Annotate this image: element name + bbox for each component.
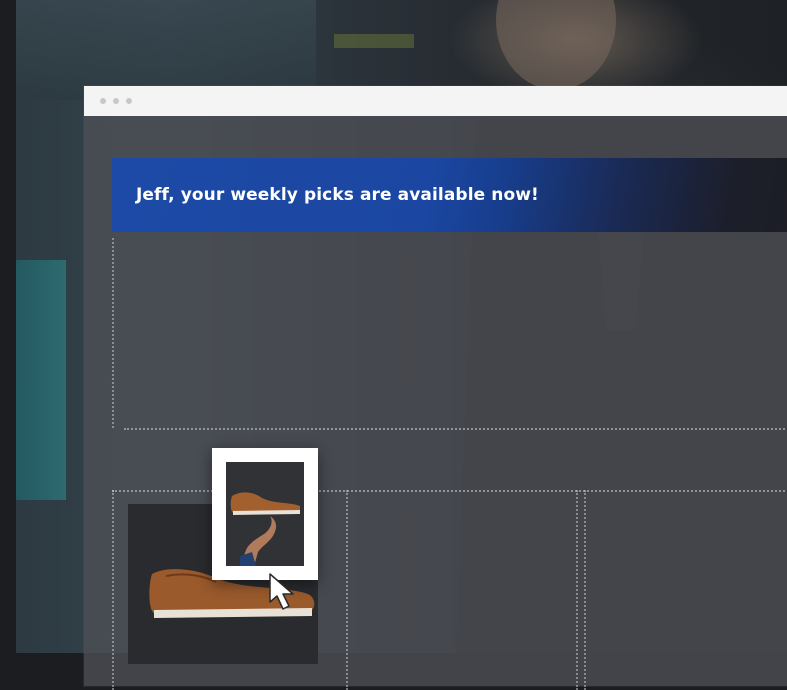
browser-window: Jeff, your weekly picks are available no… [84, 86, 787, 690]
window-dot-maximize [126, 98, 132, 104]
window-dot-minimize [113, 98, 119, 104]
weekly-picks-banner[interactable]: Jeff, your weekly picks are available no… [112, 158, 787, 232]
background-screen-detail [334, 34, 414, 48]
hand-icon [240, 516, 277, 566]
banner-message: Jeff, your weekly picks are available no… [136, 185, 539, 205]
grid-line-vertical [576, 490, 578, 690]
dragged-product-card[interactable] [212, 448, 318, 580]
window-dot-close [100, 98, 106, 104]
grid-line-horizontal [124, 428, 787, 430]
grid-line-vertical [584, 490, 586, 690]
shoe-icon [230, 492, 300, 515]
cursor-arrow-icon [269, 573, 294, 610]
dragged-product-image [226, 462, 304, 566]
grid-line-vertical [112, 490, 114, 690]
background-shelf [16, 0, 316, 100]
background-monitor [16, 260, 66, 500]
window-titlebar [84, 86, 787, 116]
grid-line-vertical [346, 490, 348, 690]
grid-line-vertical [112, 238, 114, 428]
